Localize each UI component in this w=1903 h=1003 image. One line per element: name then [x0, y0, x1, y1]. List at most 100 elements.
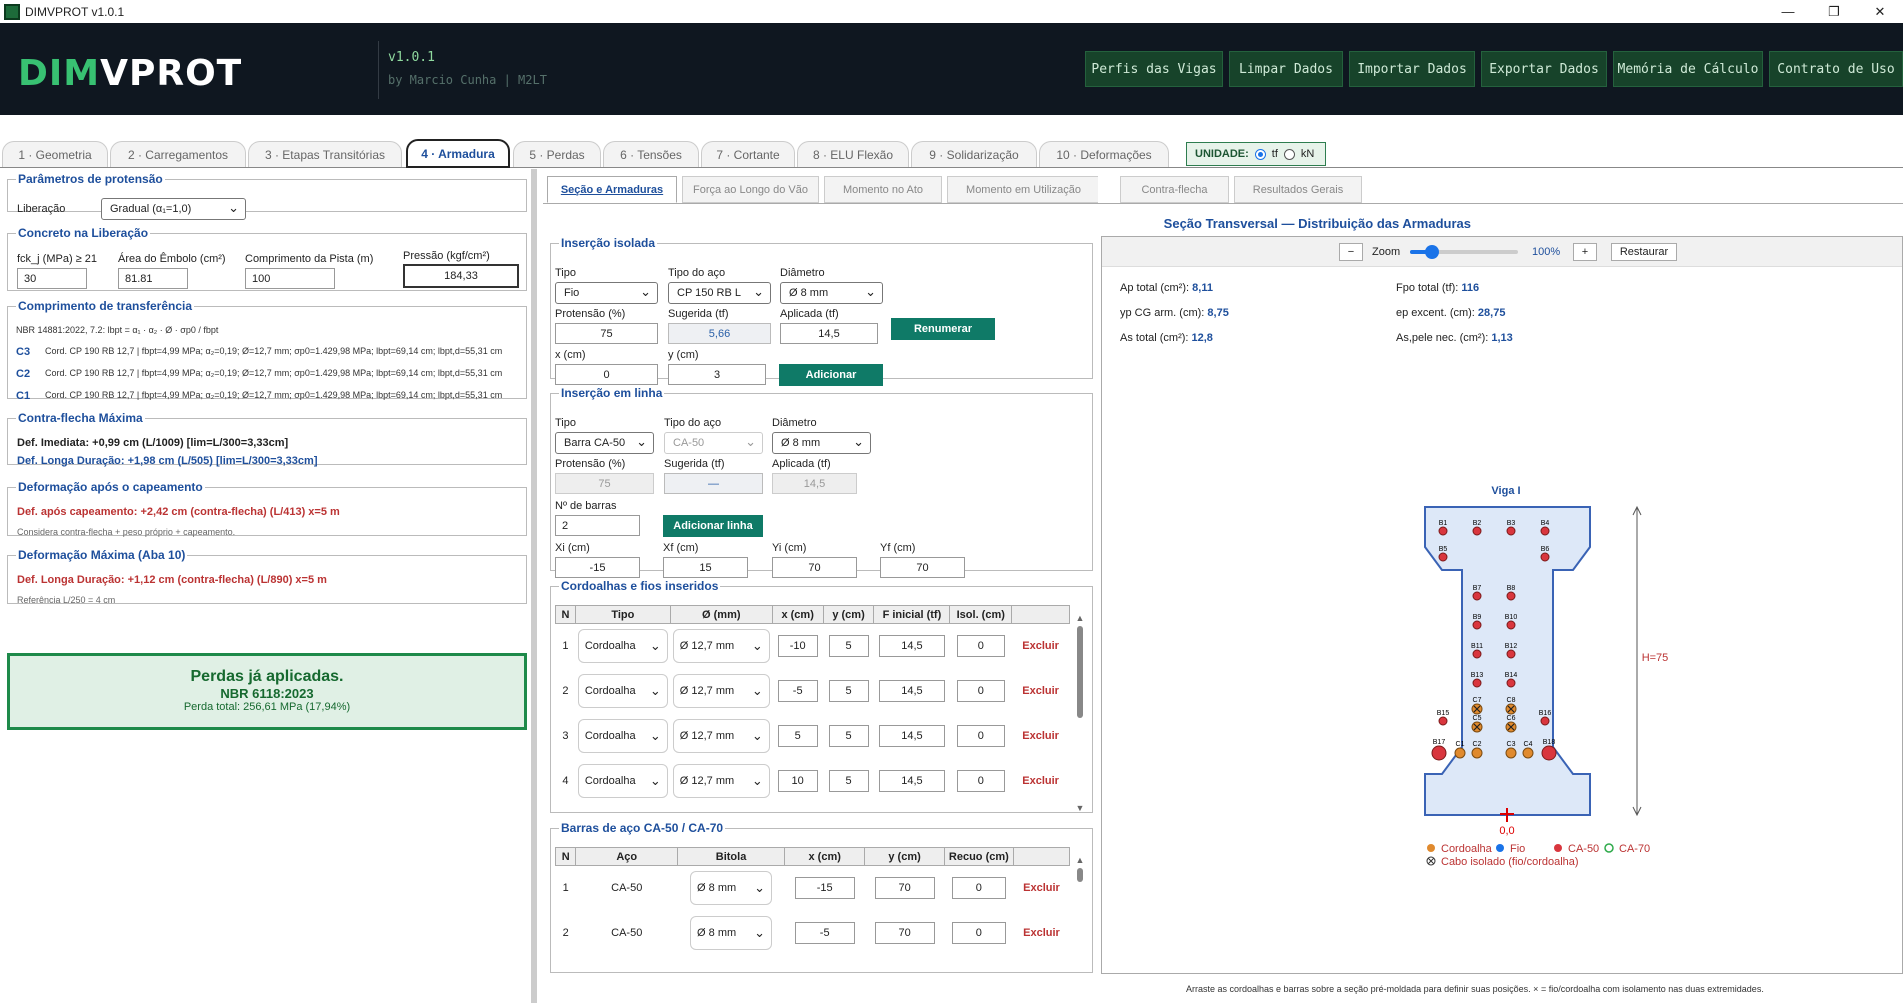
row-f-input[interactable]: 14,5 [878, 725, 945, 747]
linha-nbarras-input[interactable]: 2 [555, 515, 640, 536]
rebar-b9[interactable] [1472, 620, 1482, 630]
adicionar-button[interactable]: Adicionar [779, 364, 883, 386]
barras-scrollbar[interactable]: ▲ ▼ [1075, 855, 1085, 972]
cable-c3[interactable] [1505, 747, 1517, 759]
tab-perdas[interactable]: 5 · Perdas [513, 141, 601, 167]
restore-icon[interactable]: ❐ [1811, 0, 1857, 23]
cordoalhas-scrollbar[interactable]: ▲ ▼ [1075, 613, 1085, 812]
rebar-b15[interactable] [1438, 716, 1448, 726]
row-diametro-select[interactable]: Ø 12,7 mm [672, 719, 770, 753]
adicionar-linha-button[interactable]: Adicionar linha [663, 515, 763, 537]
isolada-x-input[interactable]: 0 [555, 364, 658, 385]
row-y-input[interactable]: 70 [874, 877, 935, 900]
rebar-b12[interactable] [1506, 649, 1516, 659]
excluir-link[interactable]: Excluir [1012, 624, 1070, 669]
rebar-b7[interactable] [1472, 591, 1482, 601]
unit-kn-radio[interactable] [1283, 148, 1295, 160]
exportar-button[interactable]: Exportar Dados [1481, 51, 1607, 87]
row-f-input[interactable]: 14,5 [878, 770, 945, 792]
excluir-link[interactable]: Excluir [1012, 669, 1070, 714]
isolada-protensao-input[interactable]: 75 [555, 323, 658, 344]
linha-xi-input[interactable]: -15 [555, 557, 640, 578]
tab-carregamentos[interactable]: 2 · Carregamentos [110, 141, 246, 167]
linha-diametro-select[interactable]: Ø 8 mm [772, 432, 871, 454]
importar-button[interactable]: Importar Dados [1349, 51, 1475, 87]
comprimento-pista-input[interactable]: 100 [245, 268, 335, 289]
contrato-button[interactable]: Contrato de Uso [1769, 51, 1903, 87]
tab-etapas[interactable]: 3 · Etapas Transitórias [248, 141, 402, 167]
row-bitola-select[interactable]: Ø 8 mm [690, 916, 773, 950]
rebar-b6[interactable] [1540, 552, 1550, 562]
rebar-b18[interactable] [1541, 745, 1557, 761]
row-diametro-select[interactable]: Ø 12,7 mm [672, 764, 770, 798]
isolada-aco-select[interactable]: CP 150 RB L [668, 282, 771, 304]
rebar-b2[interactable] [1472, 526, 1482, 536]
row-isol-input[interactable]: 0 [956, 725, 1005, 747]
row-tipo-select[interactable]: Cordoalha [577, 764, 668, 798]
liberacao-select[interactable]: Gradual (α₁=1,0) [101, 198, 246, 220]
row-x-input[interactable]: -15 [794, 877, 855, 900]
row-isol-input[interactable]: 0 [956, 635, 1005, 658]
perfis-button[interactable]: Perfis das Vigas [1085, 51, 1223, 87]
rebar-b14[interactable] [1506, 678, 1516, 688]
memoria-button[interactable]: Memória de Cálculo [1613, 51, 1763, 87]
tab-cortante[interactable]: 7 · Cortante [701, 141, 795, 167]
subtab-forca[interactable]: Força ao Longo do Vão [682, 176, 819, 203]
subtab-momento-ato[interactable]: Momento no Ato [824, 176, 942, 203]
row-recuo-input[interactable]: 0 [951, 922, 1006, 944]
close-icon[interactable]: ✕ [1857, 0, 1903, 23]
rebar-b13[interactable] [1472, 678, 1482, 688]
rebar-b17[interactable] [1431, 745, 1447, 761]
isolada-y-input[interactable]: 3 [668, 364, 766, 385]
renumerar-button[interactable]: Renumerar [891, 318, 995, 340]
row-tipo-select[interactable]: Cordoalha [577, 674, 668, 708]
excluir-link[interactable]: Excluir [1012, 714, 1070, 759]
linha-yi-input[interactable]: 70 [772, 557, 857, 578]
excluir-link[interactable]: Excluir [1013, 911, 1069, 956]
row-x-input[interactable]: -10 [777, 635, 818, 658]
row-y-input[interactable]: 5 [828, 635, 869, 658]
row-y-input[interactable]: 70 [874, 922, 935, 944]
minimize-icon[interactable]: — [1765, 0, 1811, 23]
tab-deformacoes[interactable]: 10 · Deformações [1039, 141, 1169, 167]
subtab-resultados[interactable]: Resultados Gerais [1234, 176, 1362, 203]
tab-geometria[interactable]: 1 · Geometria [2, 141, 108, 167]
rebar-b16[interactable] [1540, 716, 1550, 726]
tab-tensoes[interactable]: 6 · Tensões [603, 141, 699, 167]
row-isol-input[interactable]: 0 [956, 770, 1005, 792]
row-x-input[interactable]: -5 [794, 922, 855, 944]
excluir-link[interactable]: Excluir [1012, 759, 1070, 804]
row-x-input[interactable]: -5 [777, 680, 818, 702]
cable-c2[interactable] [1471, 747, 1483, 759]
subtab-secao[interactable]: Seção e Armaduras [547, 176, 677, 203]
subtab-contraflecha[interactable]: Contra-flecha [1120, 176, 1229, 203]
fck-input[interactable]: 30 [17, 268, 87, 289]
row-y-input[interactable]: 5 [828, 725, 869, 747]
row-y-input[interactable]: 5 [828, 680, 869, 702]
limpar-button[interactable]: Limpar Dados [1229, 51, 1343, 87]
rebar-b11[interactable] [1472, 649, 1482, 659]
rebar-b10[interactable] [1506, 620, 1516, 630]
row-recuo-input[interactable]: 0 [951, 877, 1006, 900]
row-tipo-select[interactable]: Cordoalha [577, 719, 668, 753]
row-f-input[interactable]: 14,5 [878, 635, 945, 658]
cable-c4[interactable] [1522, 747, 1534, 759]
linha-tipo-select[interactable]: Barra CA-50 [555, 432, 654, 454]
row-tipo-select[interactable]: Cordoalha [577, 629, 668, 664]
rebar-b1[interactable] [1438, 526, 1448, 536]
linha-yf-input[interactable]: 70 [880, 557, 965, 578]
row-bitola-select[interactable]: Ø 8 mm [690, 871, 773, 906]
tab-armadura[interactable]: 4 · Armadura [406, 139, 510, 168]
row-isol-input[interactable]: 0 [956, 680, 1005, 702]
linha-xf-input[interactable]: 15 [663, 557, 748, 578]
rebar-b8[interactable] [1506, 591, 1516, 601]
area-embolo-input[interactable]: 81.81 [118, 268, 188, 289]
tab-elu-flexao[interactable]: 8 · ELU Flexão [797, 141, 909, 167]
isolada-aplicada-input[interactable]: 14,5 [780, 323, 878, 344]
excluir-link[interactable]: Excluir [1013, 866, 1069, 911]
row-x-input[interactable]: 5 [777, 725, 818, 747]
tab-solidarizacao[interactable]: 9 · Solidarização [911, 141, 1037, 167]
row-diametro-select[interactable]: Ø 12,7 mm [672, 674, 770, 708]
unit-tf-radio[interactable] [1254, 148, 1266, 160]
isolada-diametro-select[interactable]: Ø 8 mm [780, 282, 883, 304]
